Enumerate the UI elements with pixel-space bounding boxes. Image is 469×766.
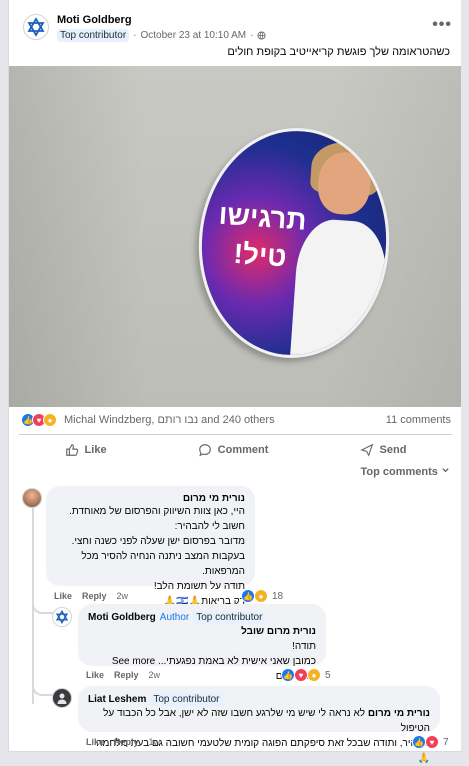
reply-connector [32, 600, 54, 614]
love-reaction-icon: ♥ [294, 668, 308, 682]
like-icon [65, 443, 78, 456]
reply-avatar[interactable] [52, 607, 72, 627]
reaction-count: 7 [443, 736, 449, 748]
like-button[interactable]: Like [65, 443, 107, 457]
reply-header: Liat Leshem Top contributor [88, 693, 430, 706]
comment-line: בעקבות המצב ניתנה הנחיה להסיר מכל המרפאו… [81, 551, 245, 577]
reply-age[interactable]: 2w [149, 670, 161, 680]
reply-mention[interactable]: נורית מרום שובל [88, 624, 316, 639]
top-contributor-badge[interactable]: Top contributor [57, 29, 130, 42]
comment-age[interactable]: 2w [117, 591, 129, 601]
send-icon [359, 443, 373, 457]
love-reaction-icon: ♥ [425, 735, 439, 749]
comment-line: מדובר בפרסום ישן שעלה לפני כשנה וחצי. [71, 536, 245, 547]
like-reaction-icon: 👍 [281, 668, 295, 682]
reply-line: נורית מי מרום לא נראה לי שיש מי שלרגע חש… [88, 706, 430, 736]
comment-bubble: נורית מי מרום היי, כאן צוות השיווק והפרס… [46, 486, 255, 607]
comment-line: היי, כאן צוות השיווק והפרסום של מאוחדת. [69, 506, 245, 517]
meta-separator-2: · [250, 30, 254, 41]
comment-line: חשוב לי להבהיר: [174, 521, 245, 532]
post-header: Moti Goldberg Top contributor · October … [23, 14, 267, 42]
post-actions: Like Comment Send [19, 434, 452, 464]
person-icon [57, 693, 67, 704]
reply-footer: Like Reply 1w [86, 737, 160, 747]
reaction-icons[interactable]: 👍 ♥ ● [21, 413, 57, 427]
reaction-count: 18 [272, 590, 284, 602]
author-avatar[interactable] [23, 14, 49, 40]
sort-label: Top comments [360, 466, 438, 478]
send-button[interactable]: Send [359, 443, 407, 457]
comment-button[interactable]: Comment [198, 443, 269, 457]
commenter-avatar[interactable] [22, 488, 42, 508]
reply-bubble: Liat Leshem Top contributor נורית מי מרו… [78, 686, 440, 764]
sign-text: תרגישו טיל! [217, 198, 308, 273]
top-contributor-badge[interactable]: Top contributor [193, 611, 266, 624]
reply-header: Moti Goldberg Author Top contributor [88, 611, 316, 624]
haha-reaction-icon: ● [254, 589, 268, 603]
globe-icon [257, 31, 267, 40]
post-meta: Top contributor · October 23 at 10:10 AM… [57, 29, 267, 42]
author-tag: Author [159, 612, 190, 623]
comment-footer: Like Reply 2w [54, 591, 128, 601]
reply-footer: Like Reply 2w [86, 670, 160, 680]
post-caption: כשהטראומה שלך פוגשת קריאייטיב בקופת חולי… [227, 46, 450, 58]
reply-mention[interactable]: נורית מי מרום [368, 708, 430, 719]
comment-like-link[interactable]: Like [54, 591, 72, 601]
author-name[interactable]: Moti Goldberg [57, 14, 266, 26]
comment-sort-dropdown[interactable]: Top comments [361, 466, 450, 478]
reaction-summary: 👍 ♥ ● Michal Windzberg, נבו רותם and 240… [21, 413, 451, 427]
meta-separator: · [133, 30, 137, 41]
top-contributor-badge[interactable]: Top contributor [150, 693, 223, 706]
star-of-david-icon [55, 610, 69, 624]
reply-line: תודה! [292, 641, 316, 652]
like-label: Like [84, 443, 107, 456]
more-options-button[interactable]: ••• [432, 16, 452, 34]
reply-bubble: Moti Goldberg Author Top contributor נור… [78, 604, 326, 682]
chevron-down-icon [442, 468, 449, 473]
post-card: Moti Goldberg Top contributor · October … [8, 0, 463, 764]
post-photo[interactable]: תרגישו טיל! [9, 66, 462, 407]
like-reaction-icon: 👍 [241, 589, 255, 603]
comment-reaction-count[interactable]: 👍 ● 18 [241, 589, 283, 603]
star-of-david-icon [27, 17, 45, 37]
comment-label: Comment [217, 443, 269, 456]
reply-connector [32, 680, 54, 696]
reaction-names[interactable]: Michal Windzberg, נבו רותם and 240 other… [64, 414, 275, 426]
post-timestamp[interactable]: October 23 at 10:10 AM [141, 30, 247, 41]
reaction-count: 5 [325, 669, 331, 681]
comment-author[interactable]: נורית מי מרום [56, 493, 245, 504]
like-reaction-icon: 👍 [412, 735, 426, 749]
reply-reaction-count[interactable]: 👍 ♥ ● 5 [281, 668, 331, 682]
reply-reaction-count[interactable]: 👍 ♥ 7 [412, 735, 449, 749]
haha-reaction-icon: ● [307, 668, 321, 682]
scrollbar-track[interactable] [461, 0, 469, 752]
reply-author[interactable]: Liat Leshem [88, 694, 146, 705]
reply-like-link[interactable]: Like [86, 670, 104, 680]
reply-age[interactable]: 1w [149, 737, 161, 747]
reply-reply-link[interactable]: Reply [114, 670, 139, 680]
reply-avatar[interactable] [52, 688, 72, 708]
comment-icon [198, 443, 211, 456]
send-label: Send [379, 443, 407, 456]
haha-reaction-icon: ● [43, 413, 57, 427]
reply-reply-link[interactable]: Reply [114, 737, 139, 747]
comments-count[interactable]: 11 comments [386, 414, 451, 426]
reply-author[interactable]: Moti Goldberg [88, 612, 156, 623]
comment-reply-link[interactable]: Reply [82, 591, 107, 601]
reply-like-link[interactable]: Like [86, 737, 104, 747]
